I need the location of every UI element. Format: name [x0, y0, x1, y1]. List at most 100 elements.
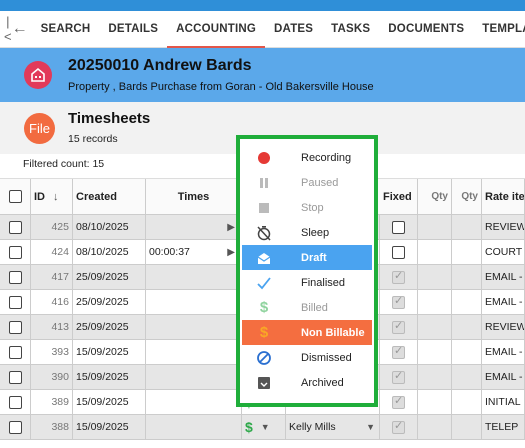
fixed-checkbox[interactable]	[392, 294, 405, 309]
menu-item-finalised[interactable]: Finalised	[242, 270, 372, 295]
row-checkbox[interactable]	[8, 395, 22, 409]
row-checkbox[interactable]	[8, 420, 22, 434]
house-icon	[24, 61, 52, 89]
time-cell	[146, 290, 242, 314]
col-qty-1[interactable]: Qty	[418, 179, 452, 214]
row-created: 25/09/2025	[76, 321, 129, 333]
col-rate[interactable]: Rate ite	[482, 179, 525, 214]
play-icon[interactable]: ▶	[227, 222, 235, 233]
created-cell: 25/09/2025	[73, 265, 146, 289]
qty-1-cell[interactable]	[418, 415, 452, 439]
qty-2-cell[interactable]	[452, 315, 482, 339]
status-menu: Recording Paused Stop Sleep Draft Finalised $ B…	[236, 135, 378, 407]
back-arrow-icon[interactable]: ←	[12, 20, 28, 38]
row-checkbox[interactable]	[8, 270, 22, 284]
col-fixed[interactable]: Fixed	[380, 179, 418, 214]
fixed-checkbox[interactable]	[392, 220, 405, 234]
qty-1-cell[interactable]	[418, 340, 452, 364]
col-times-label: Times	[177, 190, 210, 203]
tab-details[interactable]: DETAILS	[99, 11, 167, 48]
qty-2-cell[interactable]	[452, 390, 482, 414]
time-cell	[146, 315, 242, 339]
col-id-label: ID	[34, 190, 45, 203]
menu-item-sleep[interactable]: Sleep	[242, 220, 372, 245]
sort-down-arrow-icon[interactable]: ↓	[53, 191, 59, 203]
fixed-checkbox[interactable]	[392, 419, 405, 434]
tab-search[interactable]: SEARCH	[32, 11, 100, 48]
row-checkbox[interactable]	[8, 320, 22, 334]
created-cell: 08/10/2025	[73, 215, 146, 239]
row-checkbox[interactable]	[8, 370, 22, 384]
menu-item-paused[interactable]: Paused	[242, 170, 372, 195]
fixed-cell	[380, 390, 418, 414]
fixed-checkbox[interactable]	[392, 394, 405, 409]
menu-item-billed[interactable]: $ Billed	[242, 295, 372, 320]
first-page-icon[interactable]: |<	[4, 14, 12, 44]
id-cell: 416	[31, 290, 73, 314]
qty-1-cell[interactable]	[418, 315, 452, 339]
time-cell: 00:00:37 ▶	[146, 240, 242, 264]
qty-2-cell[interactable]	[452, 215, 482, 239]
menu-item-dismissed[interactable]: Dismissed	[242, 345, 372, 370]
qty-2-cell[interactable]	[452, 415, 482, 439]
fixed-checkbox[interactable]	[392, 319, 405, 334]
fixed-checkbox[interactable]	[392, 369, 405, 384]
play-icon[interactable]: ▶	[227, 247, 235, 258]
row-checkbox[interactable]	[8, 295, 22, 309]
col-times[interactable]: Times	[146, 179, 242, 214]
user-caret-icon[interactable]: ▼	[366, 422, 375, 432]
menu-item-archived[interactable]: Archived	[242, 370, 372, 395]
created-cell: 15/09/2025	[73, 340, 146, 364]
row-rate: TELEP	[485, 421, 519, 433]
status-cell[interactable]: $▼	[242, 415, 286, 439]
menu-item-recording[interactable]: Recording	[242, 145, 372, 170]
col-qty-2[interactable]: Qty	[452, 179, 482, 214]
tab-accounting[interactable]: ACCOUNTING	[167, 11, 266, 48]
qty-1-cell[interactable]	[418, 365, 452, 389]
id-cell: 393	[31, 340, 73, 364]
records-count: 15 records	[68, 133, 118, 145]
qty-2-cell[interactable]	[452, 365, 482, 389]
row-created: 15/09/2025	[76, 346, 129, 358]
menu-item-stop[interactable]: Stop	[242, 195, 372, 220]
menu-item-label: Dismissed	[301, 351, 352, 364]
row-select-cell	[0, 315, 31, 339]
qty-1-cell[interactable]	[418, 390, 452, 414]
row-rate: EMAIL -	[485, 346, 523, 358]
qty-1-cell[interactable]	[418, 215, 452, 239]
top-accent-bar	[0, 0, 525, 11]
col-id[interactable]: ID ↓	[31, 179, 73, 214]
row-created: 25/09/2025	[76, 296, 129, 308]
qty-2-cell[interactable]	[452, 265, 482, 289]
row-rate: COURT -	[485, 246, 525, 258]
qty-2-cell[interactable]	[452, 340, 482, 364]
row-select-cell	[0, 365, 31, 389]
row-checkbox[interactable]	[8, 245, 22, 259]
qty-1-cell[interactable]	[418, 265, 452, 289]
tab-tasks[interactable]: TASKS	[322, 11, 379, 48]
fixed-checkbox[interactable]	[392, 245, 405, 259]
tab-dates[interactable]: DATES	[265, 11, 322, 48]
qty-2-cell[interactable]	[452, 290, 482, 314]
col-created[interactable]: Created	[73, 179, 146, 214]
table-row[interactable]: 38815/09/2025$▼Kelly Mills▼TELEP	[0, 415, 525, 440]
row-checkbox[interactable]	[8, 220, 22, 234]
select-all-checkbox[interactable]	[8, 190, 22, 203]
row-created: 15/09/2025	[76, 396, 129, 408]
tab-templa[interactable]: TEMPLA	[473, 11, 525, 48]
menu-item-label: Recording	[301, 151, 352, 164]
qty-1-cell[interactable]	[418, 290, 452, 314]
menu-item-label: Billed	[301, 301, 328, 314]
dropdown-caret-icon[interactable]: ▼	[261, 422, 270, 432]
menu-item-non-billable[interactable]: $ Non Billable	[242, 320, 372, 345]
menu-item-draft[interactable]: Draft	[242, 245, 372, 270]
user-cell[interactable]: Kelly Mills ▼	[286, 415, 380, 439]
col-fixed-label: Fixed	[383, 190, 412, 203]
row-checkbox[interactable]	[8, 345, 22, 359]
fixed-checkbox[interactable]	[392, 269, 405, 284]
qty-2-cell[interactable]	[452, 240, 482, 264]
col-rate-label: Rate ite	[485, 190, 525, 203]
qty-1-cell[interactable]	[418, 240, 452, 264]
tab-documents[interactable]: DOCUMENTS	[379, 11, 473, 48]
fixed-checkbox[interactable]	[392, 344, 405, 359]
